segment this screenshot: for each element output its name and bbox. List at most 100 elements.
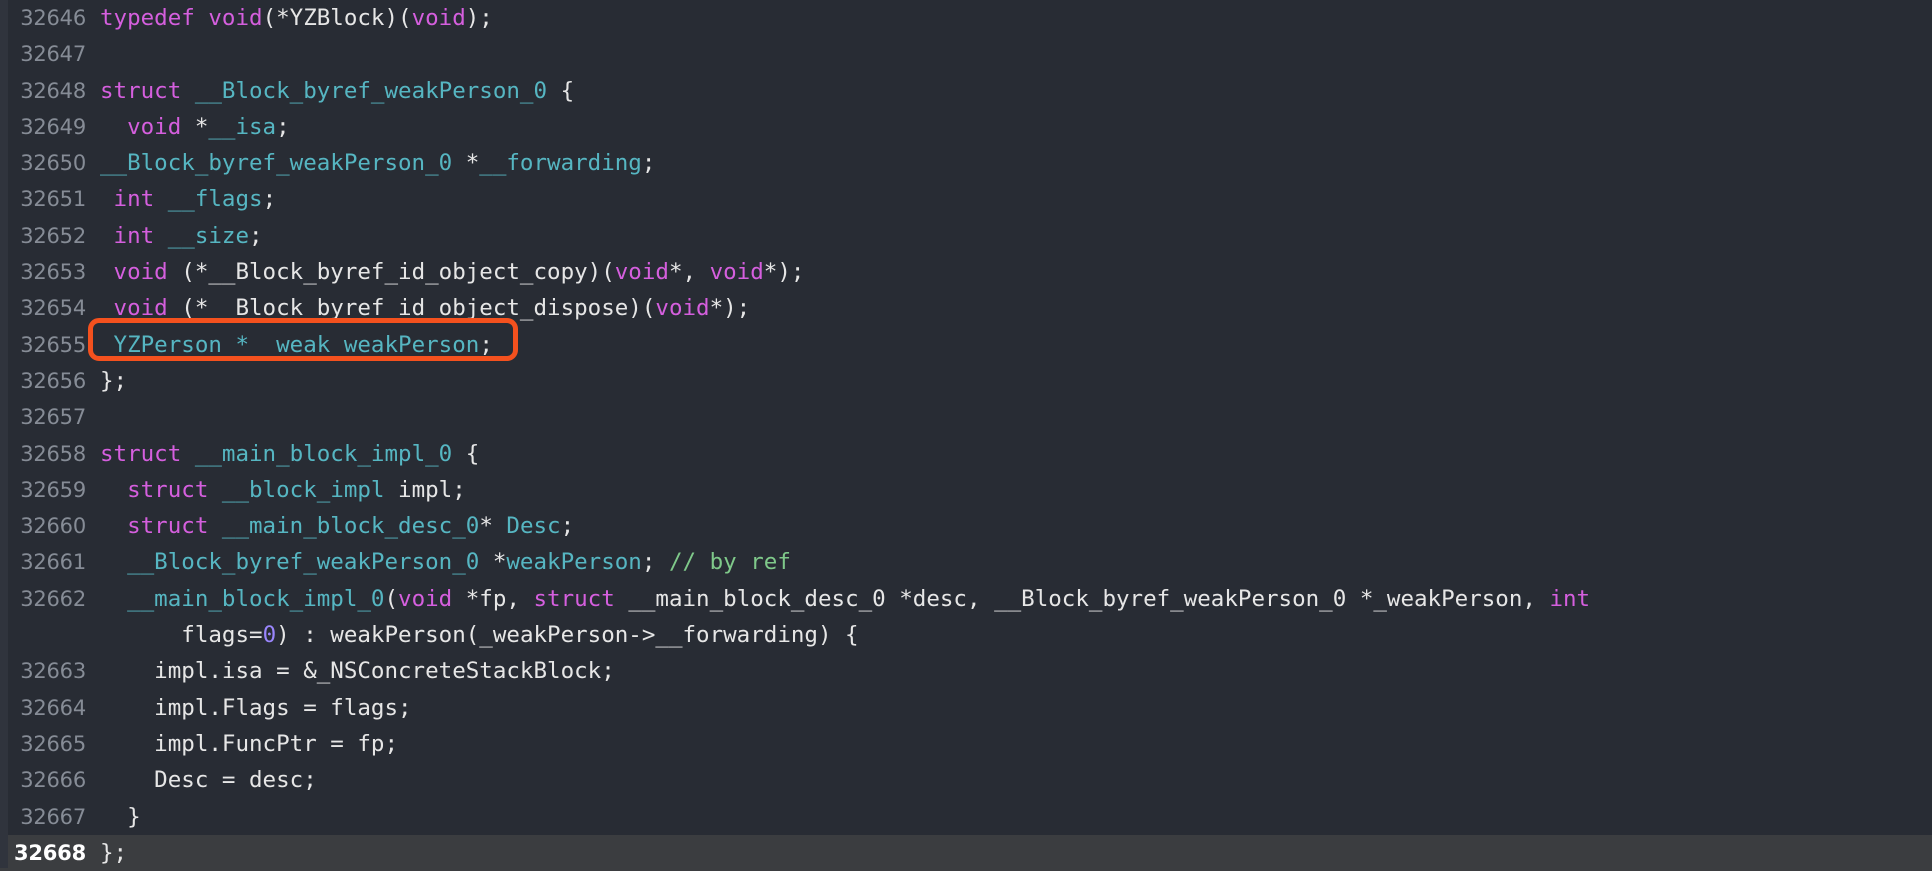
- code-token-pln: impl;: [384, 476, 466, 503]
- code-line-text[interactable]: impl.isa = &_NSConcreteStackBlock;: [86, 653, 1932, 689]
- code-token-kw: struct: [127, 513, 209, 540]
- code-line[interactable]: 32647: [0, 36, 1932, 72]
- line-number: 32664: [20, 695, 86, 720]
- code-token-pln: (*YZBlock)(: [262, 5, 412, 31]
- code-token-cmt: // by ref: [668, 549, 791, 576]
- code-token-pln: flags=: [181, 622, 263, 649]
- line-number: 32651: [20, 187, 86, 212]
- code-line-text[interactable]: Desc = desc;: [86, 762, 1932, 798]
- code-token-pln: [100, 186, 114, 212]
- code-token-kw: int: [1549, 585, 1591, 612]
- line-number: 32646: [20, 6, 86, 30]
- code-line-text[interactable]: impl.FuncPtr = fp;: [86, 726, 1932, 762]
- code-line-text[interactable]: struct __Block_byref_weakPerson_0 {: [86, 73, 1932, 109]
- code-line[interactable]: 32666 Desc = desc;: [0, 762, 1932, 798]
- code-line-text[interactable]: };: [86, 835, 1932, 871]
- code-token-kw: struct: [100, 77, 182, 104]
- code-line[interactable]: 32657: [0, 399, 1932, 435]
- code-line-text[interactable]: __Block_byref_weakPerson_0 *weakPerson; …: [86, 544, 1932, 580]
- line-number: 32648: [20, 78, 86, 103]
- line-number: 32666: [20, 768, 86, 793]
- code-line[interactable]: 32663 impl.isa = &_NSConcreteStackBlock;: [0, 653, 1932, 689]
- code-line[interactable]: 32656};: [0, 363, 1932, 399]
- code-line[interactable]: 32655 YZPerson *__weak weakPerson;: [0, 327, 1932, 363]
- code-token-typ: weakPerson: [506, 549, 642, 576]
- code-line[interactable]: 32664 impl.Flags = flags;: [0, 690, 1932, 726]
- code-token-pln: ;: [262, 186, 277, 213]
- code-line[interactable]: 32651 int __flags;: [0, 181, 1932, 217]
- line-number: 32660: [20, 514, 86, 539]
- code-token-pln: __main_block_desc_0 *desc, __Block_byref…: [614, 585, 1550, 612]
- code-token-pln: }: [100, 803, 141, 830]
- code-lines-container[interactable]: 32646 typedef void(*YZBlock)(void); 32647 3…: [0, 0, 1932, 871]
- line-number: 32652: [20, 223, 86, 248]
- code-line-text[interactable]: typedef void(*YZBlock)(void);: [86, 0, 1932, 36]
- code-token-pln: [222, 332, 236, 358]
- code-line-text[interactable]: struct __block_impl impl;: [86, 472, 1932, 508]
- code-token-pln: [100, 513, 127, 539]
- code-editor[interactable]: 32646 typedef void(*YZBlock)(void); 32647 3…: [0, 0, 1932, 871]
- code-line-text[interactable]: int __size;: [86, 218, 1932, 254]
- code-line[interactable]: 32665 impl.FuncPtr = fp;: [0, 726, 1932, 762]
- code-token-typ: weakPerson: [343, 331, 480, 358]
- code-token-pln: ;: [641, 549, 669, 576]
- code-line[interactable]: 32668};: [0, 834, 1932, 871]
- code-line-text[interactable]: int __flags;: [86, 181, 1932, 217]
- code-line[interactable]: 32661 __Block_byref_weakPerson_0 *weakPe…: [0, 544, 1932, 580]
- code-token-pln: *,: [668, 259, 710, 286]
- code-line-text[interactable]: }: [86, 799, 1932, 835]
- code-token-pln: [100, 259, 114, 285]
- code-line[interactable]: 32650 __Block_byref_weakPerson_0 *__forwa…: [0, 145, 1932, 181]
- code-token-pln: *: [479, 513, 507, 540]
- code-line[interactable]: 32654 void (*__Block_byref_id_object_dis…: [0, 290, 1932, 326]
- code-line-text[interactable]: void *__isa;: [86, 109, 1932, 145]
- code-line-text[interactable]: };: [86, 363, 1932, 399]
- code-line-text[interactable]: void (*__Block_byref_id_object_copy)(voi…: [86, 254, 1932, 290]
- code-token-pln: [154, 186, 168, 212]
- code-line-text[interactable]: YZPerson *__weak weakPerson;: [86, 327, 1932, 363]
- code-line[interactable]: 32652 int __size;: [0, 218, 1932, 254]
- gutter-edge-strip: [0, 0, 8, 868]
- line-number: 32665: [20, 731, 86, 756]
- code-line[interactable]: 32649 void *__isa;: [0, 109, 1932, 145]
- code-line-text[interactable]: struct __main_block_desc_0* Desc;: [86, 508, 1932, 544]
- line-number: 32655: [20, 332, 86, 357]
- code-line-text[interactable]: impl.Flags = flags;: [86, 690, 1932, 726]
- line-number: 32653: [20, 260, 86, 285]
- code-token-pln: {: [452, 440, 480, 467]
- code-line[interactable]: 32658 struct __main_block_impl_0 {: [0, 436, 1932, 472]
- code-line-text[interactable]: __Block_byref_weakPerson_0 *__forwarding…: [86, 145, 1932, 181]
- code-token-pln: [330, 332, 344, 358]
- code-line[interactable]: 32667 }: [0, 799, 1932, 835]
- code-line[interactable]: 32648 struct __Block_byref_weakPerson_0 {: [0, 73, 1932, 109]
- code-line[interactable]: 32653 void (*__Block_byref_id_object_cop…: [0, 254, 1932, 290]
- line-number: 32667: [20, 804, 86, 829]
- code-line-text[interactable]: void (*__Block_byref_id_object_dispose)(…: [86, 290, 1932, 326]
- code-line-text[interactable]: struct __main_block_impl_0 {: [86, 436, 1932, 472]
- line-number: 32650: [20, 151, 86, 176]
- code-line-text[interactable]: __main_block_impl_0(void *fp, struct __m…: [86, 581, 1932, 654]
- code-token-typ: YZPerson: [113, 331, 222, 358]
- code-line[interactable]: 32646 typedef void(*YZBlock)(void);: [0, 0, 1932, 36]
- code-token-pln: ;: [276, 113, 290, 140]
- code-line[interactable]: 32659 struct __block_impl impl;: [0, 472, 1932, 508]
- code-token-kw: void: [113, 259, 168, 286]
- code-token-kw: struct: [127, 476, 209, 503]
- line-number: 32659: [20, 477, 86, 502]
- code-line[interactable]: 32660 struct __main_block_desc_0* Desc;: [0, 508, 1932, 544]
- code-token-kw: void: [113, 295, 168, 322]
- code-token-pln: *: [479, 549, 507, 576]
- code-token-pln: [100, 295, 114, 321]
- code-token-pln: ) : weakPerson(_weakPerson->__forwarding…: [276, 622, 859, 649]
- code-token-typ: __main_block_desc_0: [221, 513, 480, 540]
- line-number: 32649: [20, 114, 86, 139]
- code-line[interactable]: 32662 __main_block_impl_0(void *fp, stru…: [0, 581, 1932, 654]
- code-token-pln: Desc = desc;: [100, 767, 317, 794]
- code-token-pln: *: [181, 113, 209, 140]
- code-token-typ: *__weak: [235, 331, 331, 358]
- line-number: 32657: [20, 405, 86, 430]
- code-token-pln: {: [547, 77, 575, 104]
- code-token-pln: [100, 223, 114, 249]
- code-token-pln: [181, 78, 195, 104]
- code-token-pln: impl.Flags = flags;: [100, 694, 412, 721]
